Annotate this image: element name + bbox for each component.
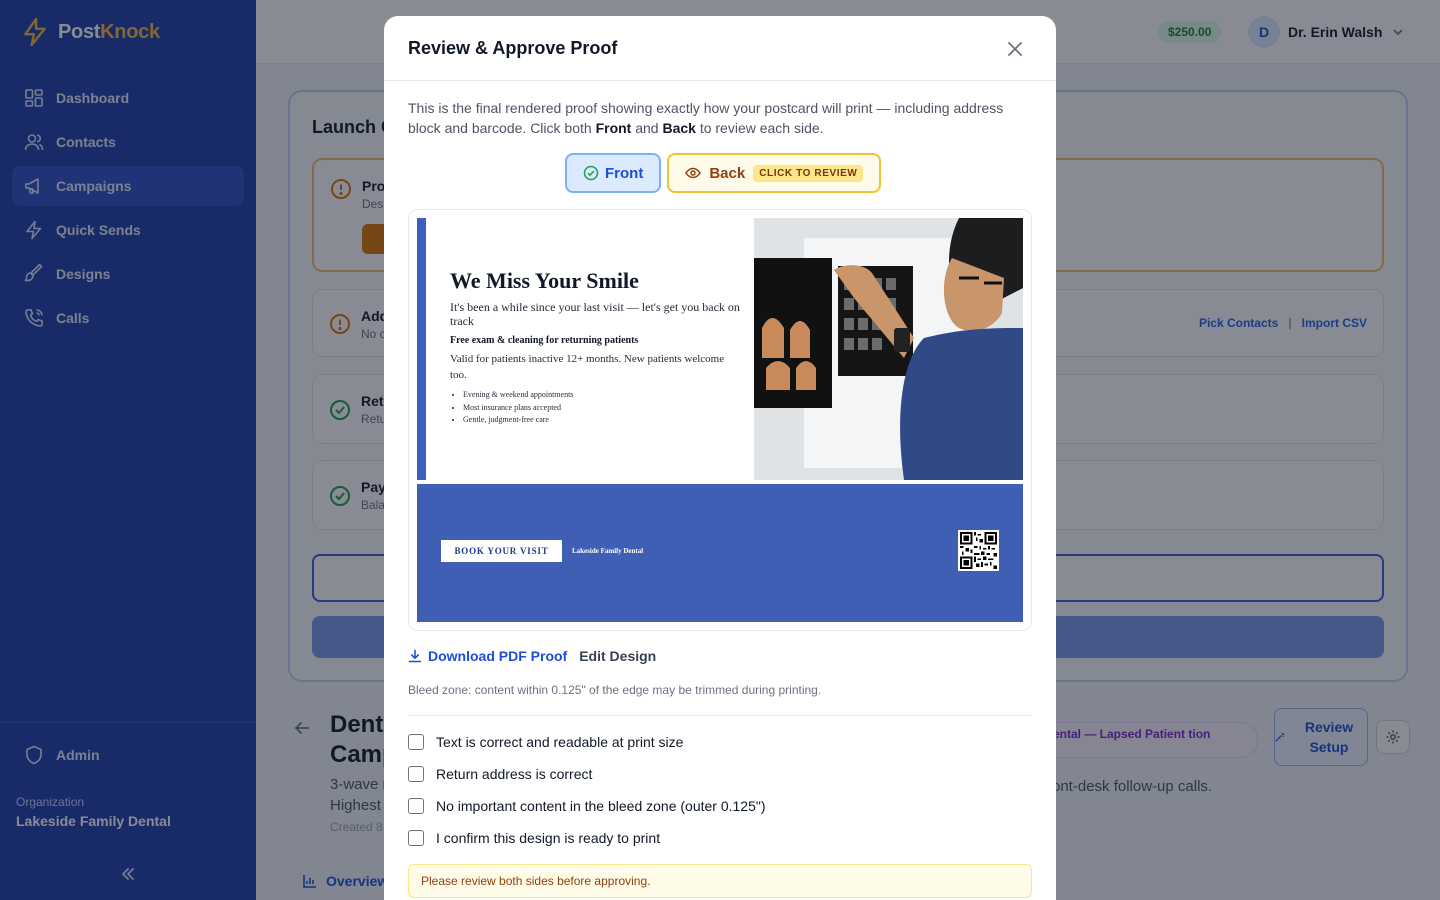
download-icon	[408, 649, 422, 663]
checkbox-label: Text is correct and readable at print si…	[436, 734, 684, 750]
check-text-readable[interactable]: Text is correct and readable at print si…	[408, 732, 766, 752]
checkbox[interactable]	[408, 830, 424, 846]
postcard-offer-title: Free exam & cleaning for returning patie…	[450, 335, 639, 346]
proof-preview: We Miss Your Smile It's been a while sin…	[408, 209, 1032, 631]
qr-code-icon	[958, 530, 999, 571]
download-label: Download PDF Proof	[428, 648, 568, 664]
modal-title: Review & Approve Proof	[408, 38, 618, 58]
click-to-review-badge: CLICK TO REVIEW	[753, 164, 864, 182]
check-circle-icon	[583, 165, 599, 181]
tab-back[interactable]: Back CLICK TO REVIEW	[667, 153, 882, 193]
postcard-practice-name: Lakeside Family Dental	[572, 547, 644, 555]
dentist-xray-photo	[754, 218, 1023, 480]
postcard-top-panel: We Miss Your Smile It's been a while sin…	[417, 218, 1023, 480]
postcard-bottom-panel: BOOK YOUR VISIT Lakeside Family Dental	[417, 484, 1023, 622]
tab-label: Front	[605, 164, 644, 182]
eye-icon	[685, 167, 702, 179]
postcard-subheadline: It's been a while since your last visit …	[450, 300, 740, 328]
approval-checklist: Text is correct and readable at print si…	[408, 732, 766, 860]
modal-header: Review & Approve Proof	[384, 16, 1056, 81]
proof-side-tabs: Front Back CLICK TO REVIEW	[565, 153, 882, 193]
checkbox-label: Return address is correct	[436, 766, 593, 782]
close-icon[interactable]	[1004, 38, 1026, 60]
check-bleed-zone[interactable]: No important content in the bleed zone (…	[408, 796, 766, 816]
tab-front[interactable]: Front	[565, 153, 662, 193]
tab-label: Back	[709, 164, 746, 182]
postcard-benefits: Evening & weekend appointments Most insu…	[463, 389, 573, 427]
checkbox[interactable]	[408, 734, 424, 750]
check-return-address[interactable]: Return address is correct	[408, 764, 766, 784]
review-warning: Please review both sides before approvin…	[408, 864, 1032, 898]
postcard-stripe	[417, 218, 426, 480]
postcard-headline: We Miss Your Smile	[450, 268, 639, 293]
checkbox-label: No important content in the bleed zone (…	[436, 798, 766, 814]
modal-intro: This is the final rendered proof showing…	[408, 100, 1004, 136]
postcard-cta: BOOK YOUR VISIT	[441, 540, 562, 562]
checkbox[interactable]	[408, 798, 424, 814]
checkbox-label: I confirm this design is ready to print	[436, 830, 661, 846]
review-proof-modal: Review & Approve Proof This is the final…	[384, 16, 1056, 900]
check-ready-to-print[interactable]: I confirm this design is ready to print	[408, 828, 766, 848]
list-item: Most insurance plans accepted	[463, 402, 573, 415]
proof-actions: Download PDF Proof Edit Design	[408, 648, 656, 664]
section-divider	[408, 715, 1032, 716]
list-item: Gentle, judgment-free care	[463, 414, 573, 427]
checkbox[interactable]	[408, 766, 424, 782]
list-item: Evening & weekend appointments	[463, 389, 573, 402]
postcard-offer-detail: Valid for patients inactive 12+ months. …	[450, 353, 725, 381]
bleed-note: Bleed zone: content within 0.125" of the…	[408, 683, 822, 697]
download-pdf-button[interactable]: Download PDF Proof	[408, 648, 567, 664]
edit-design-button[interactable]: Edit Design	[579, 648, 656, 664]
postcard-front: We Miss Your Smile It's been a while sin…	[417, 218, 1023, 622]
